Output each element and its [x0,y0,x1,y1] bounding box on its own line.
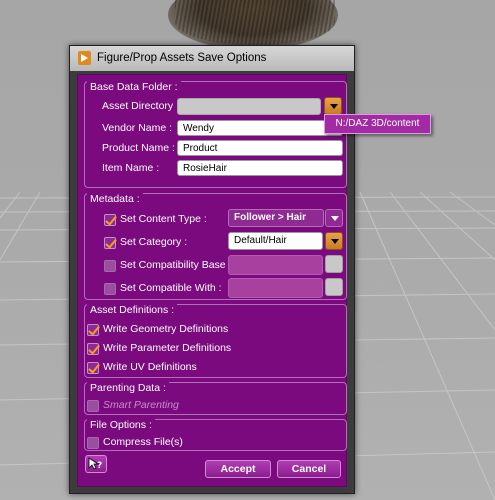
asset-directory-dropdown-button[interactable] [324,97,342,115]
parenting-data-title: Parenting Data : [87,382,169,394]
category-label: Set Category : [120,236,188,248]
compatible-with-field[interactable] [228,278,323,298]
whats-this-help-icon: ? [88,457,102,471]
compatible-with-label: Set Compatible With : [120,282,222,294]
product-name-field[interactable]: Product [177,140,343,156]
asset-directory-label: Asset Directory : [102,100,180,112]
compatible-with-checkbox[interactable] [104,283,116,295]
whats-this-help-button[interactable]: ? [85,455,107,473]
asset-directory-field[interactable] [177,98,321,115]
base-data-folder-group: Base Data Folder : Asset Directory : Ven… [84,81,347,188]
category-select[interactable]: Default/Hair [228,232,323,250]
daz-studio-app-icon [78,51,91,65]
geometry-definitions-checkbox[interactable] [87,324,99,336]
smart-parenting-label: Smart Parenting [103,399,179,411]
chevron-down-icon [331,239,339,244]
item-name-label: Item Name : [102,162,160,174]
compatible-with-browse-button[interactable] [325,278,343,296]
dialog-body: Base Data Folder : Asset Directory : Ven… [77,74,347,487]
product-name-label: Product Name : [102,142,175,154]
category-checkbox[interactable] [104,237,116,249]
smart-parenting-checkbox[interactable] [87,400,99,412]
file-options-title: File Options : [87,419,155,431]
asset-definitions-title: Asset Definitions : [87,304,178,316]
compatibility-base-label: Set Compatibility Base : [120,259,232,271]
compatibility-base-checkbox[interactable] [104,260,116,272]
chevron-down-icon [330,104,338,109]
compress-files-label: Compress File(s) [103,436,183,448]
metadata-group: Metadata : Set Content Type : Follower >… [84,193,347,300]
parenting-data-group: Parenting Data : Smart Parenting [84,382,347,415]
parameter-definitions-label: Write Parameter Definitions [103,342,232,354]
compatibility-base-field[interactable] [228,255,323,275]
base-data-folder-title: Base Data Folder : [87,81,181,93]
save-options-dialog: Figure/Prop Assets Save Options Base Dat… [69,45,355,494]
compatibility-base-browse-button[interactable] [325,255,343,273]
uv-definitions-checkbox[interactable] [87,362,99,374]
content-type-dropdown-button[interactable] [325,209,343,227]
chevron-down-icon [331,216,339,221]
content-type-label: Set Content Type : [120,213,207,225]
parameter-definitions-checkbox[interactable] [87,343,99,355]
hair-strands [175,0,335,45]
file-options-group: File Options : Compress File(s) [84,419,347,451]
content-type-select[interactable]: Follower > Hair [228,209,324,227]
dialog-title: Figure/Prop Assets Save Options [97,52,267,64]
category-dropdown-button[interactable] [325,232,343,250]
content-type-checkbox[interactable] [104,214,116,226]
vendor-name-field[interactable]: Wendy [177,120,343,136]
vendor-name-label: Vendor Name : [102,122,173,134]
svg-text:?: ? [97,461,102,471]
accept-button[interactable]: Accept [205,460,271,478]
metadata-title: Metadata : [87,193,143,205]
asset-directory-option[interactable]: N:/DAZ 3D/content [324,114,431,134]
asset-definitions-group: Asset Definitions : Write Geometry Defin… [84,304,347,378]
compress-files-checkbox[interactable] [87,437,99,449]
item-name-field[interactable]: RosieHair [177,160,343,176]
cancel-button[interactable]: Cancel [277,460,341,478]
dialog-titlebar[interactable]: Figure/Prop Assets Save Options [70,46,354,71]
geometry-definitions-label: Write Geometry Definitions [103,323,229,335]
uv-definitions-label: Write UV Definitions [103,361,197,373]
